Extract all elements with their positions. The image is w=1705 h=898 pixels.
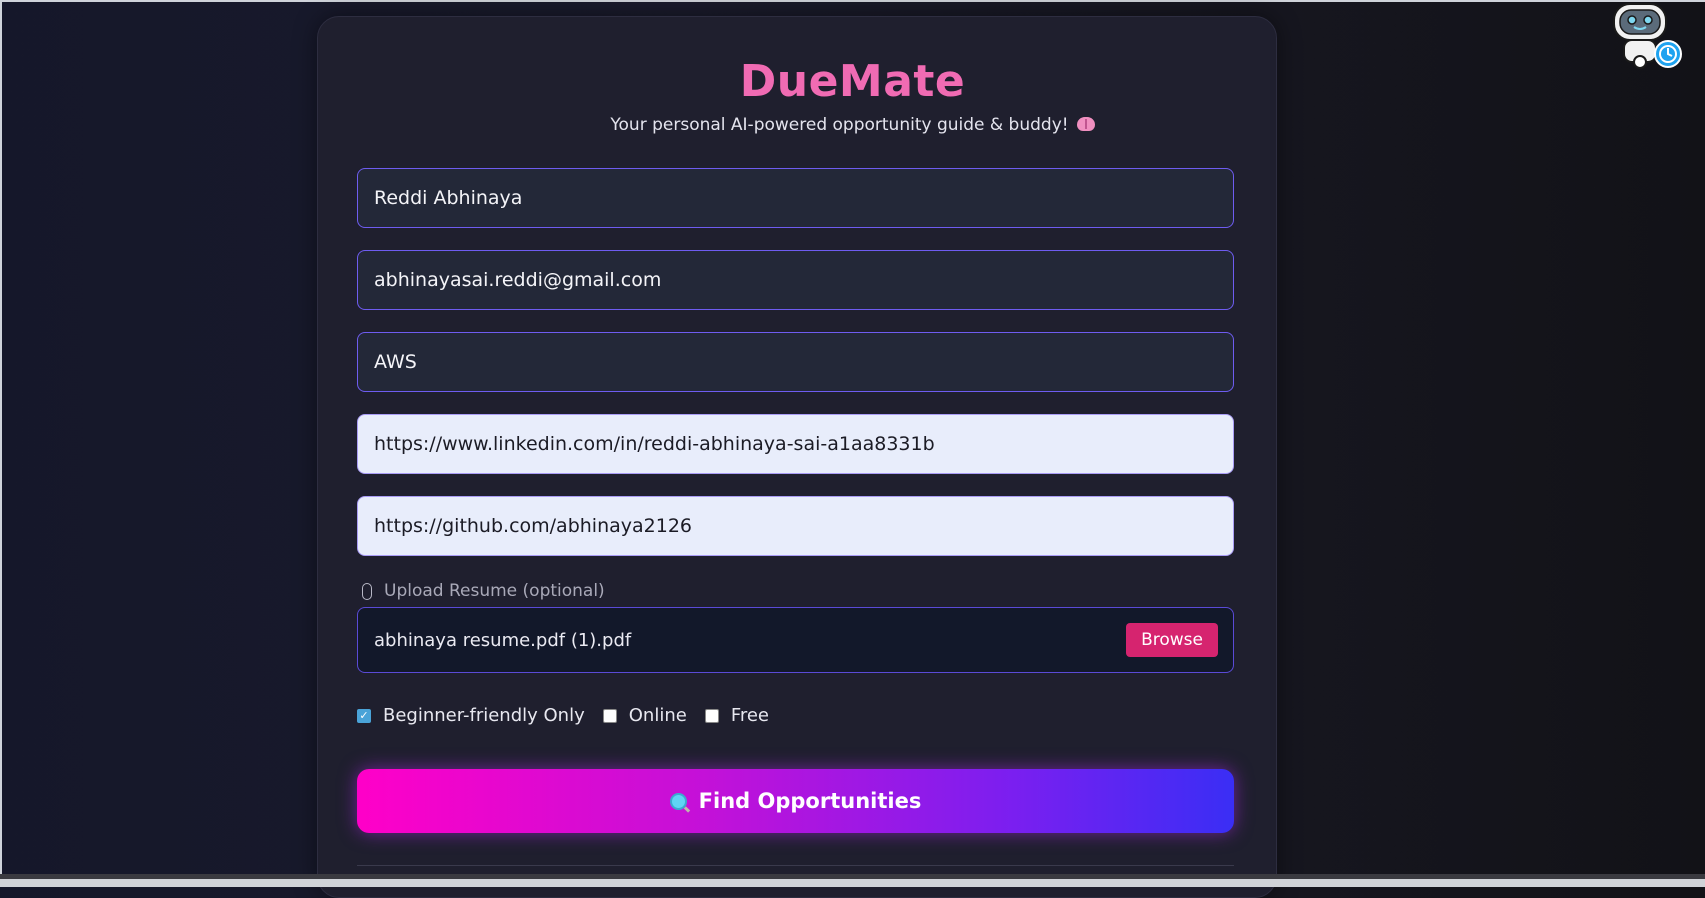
- beginner-friendly-label: Beginner-friendly Only: [383, 705, 585, 726]
- filter-checkboxes: Beginner-friendly Only Online Free: [357, 705, 787, 726]
- online-label: Online: [628, 705, 687, 726]
- browse-button[interactable]: Browse: [1126, 623, 1218, 657]
- app-subtitle: Your personal AI-powered opportunity gui…: [0, 115, 1705, 135]
- window-bottom-border: [0, 879, 1705, 887]
- magnifier-icon: [669, 792, 687, 810]
- upload-resume-label: Upload Resume (optional): [360, 581, 605, 601]
- name-value: Reddi Abhinaya: [374, 187, 523, 209]
- linkedin-input[interactable]: https://www.linkedin.com/in/reddi-abhina…: [357, 414, 1234, 474]
- selected-file-name: abhinaya resume.pdf (1).pdf: [374, 629, 632, 651]
- filter-beginner-friendly[interactable]: Beginner-friendly Only: [357, 705, 585, 726]
- paperclip-icon: [362, 582, 372, 600]
- filter-free[interactable]: Free: [704, 705, 770, 726]
- name-input[interactable]: Reddi Abhinaya: [357, 168, 1234, 228]
- app-title: DueMate: [739, 56, 966, 107]
- interest-input[interactable]: AWS: [357, 332, 1234, 392]
- window-top-border: [0, 0, 1705, 2]
- email-value: abhinayasai.reddi@gmail.com: [374, 269, 662, 291]
- email-input[interactable]: abhinayasai.reddi@gmail.com: [357, 250, 1234, 310]
- online-checkbox[interactable]: [602, 708, 617, 723]
- free-label: Free: [730, 705, 770, 726]
- upload-label-text: Upload Resume (optional): [384, 581, 605, 601]
- filter-online[interactable]: Online: [602, 705, 687, 726]
- section-divider: [357, 865, 1234, 866]
- brain-icon: [1076, 117, 1095, 131]
- interest-value: AWS: [374, 351, 417, 373]
- free-checkbox[interactable]: [704, 708, 719, 723]
- find-opportunities-label: Find Opportunities: [698, 789, 922, 813]
- github-input[interactable]: https://github.com/abhinaya2126: [357, 496, 1234, 556]
- linkedin-value: https://www.linkedin.com/in/reddi-abhina…: [374, 433, 935, 455]
- beginner-friendly-checkbox[interactable]: [357, 708, 371, 723]
- resume-file-input[interactable]: abhinaya resume.pdf (1).pdf Browse: [357, 607, 1234, 673]
- robot-assistant-icon[interactable]: [1606, 0, 1686, 72]
- github-value: https://github.com/abhinaya2126: [374, 515, 693, 537]
- find-opportunities-button[interactable]: Find Opportunities: [357, 769, 1234, 833]
- subtitle-text: Your personal AI-powered opportunity gui…: [610, 115, 1069, 135]
